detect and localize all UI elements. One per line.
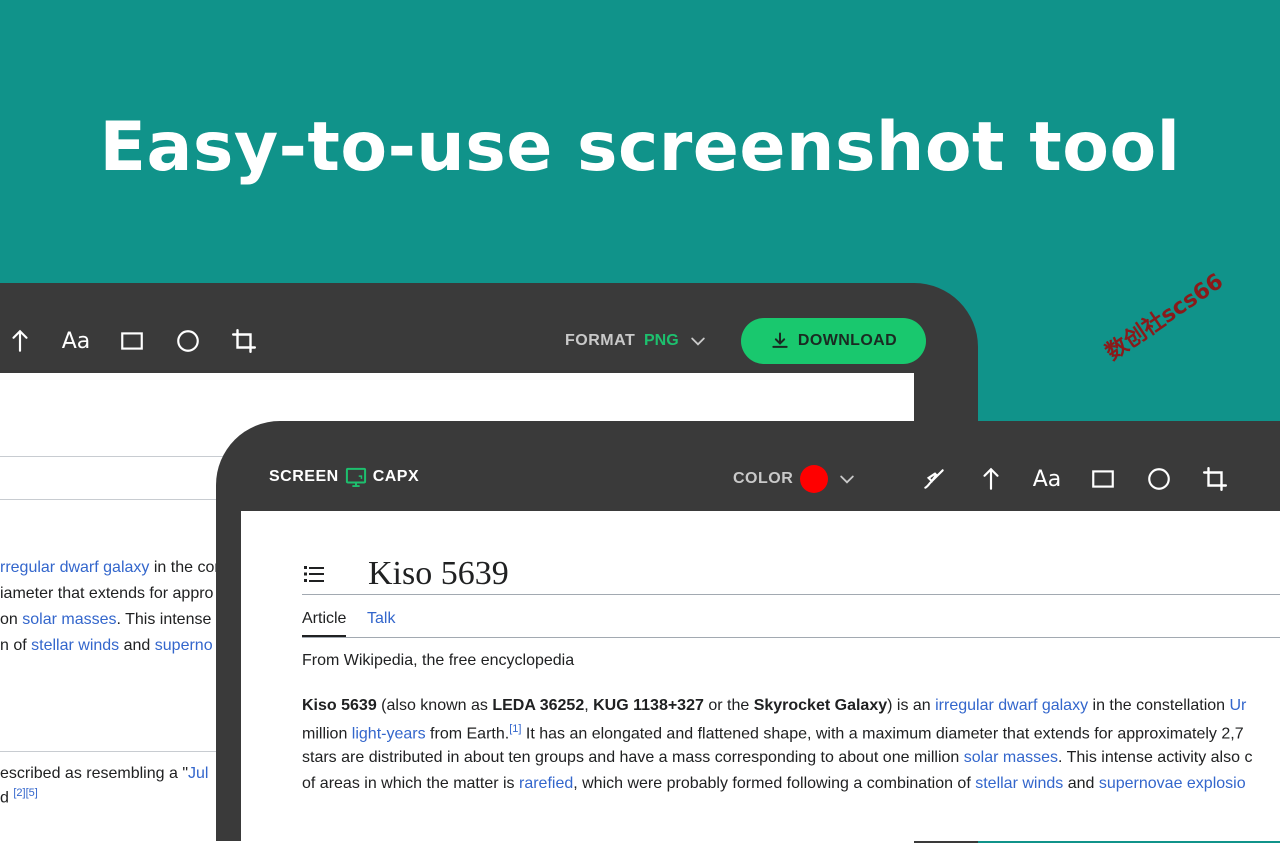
rectangle-tool-icon[interactable] [1088, 464, 1118, 494]
back-text-line: iameter that extends for appro [0, 585, 213, 603]
article-line: million light-years from Earth.[1] It ha… [302, 723, 1244, 743]
crop-tool-icon[interactable] [229, 326, 259, 356]
back-text-line: rregular dwarf galaxy in the cor [0, 559, 220, 577]
link[interactable]: stellar winds [975, 775, 1063, 792]
link[interactable]: Ur [1230, 697, 1247, 714]
color-swatch[interactable] [800, 465, 828, 493]
color-label: COLOR [733, 470, 793, 488]
divider [302, 637, 1280, 638]
text-tool-icon[interactable]: Aa [1032, 464, 1062, 494]
format-label: FORMAT [565, 332, 635, 350]
headline: Easy-to-use screenshot tool [0, 108, 1280, 187]
tab-article[interactable]: Article [302, 610, 346, 637]
tagline: From Wikipedia, the free encyclopedia [302, 652, 574, 670]
link[interactable]: supernovae explosio [1099, 775, 1246, 792]
link[interactable]: irregular dwarf galaxy [935, 697, 1088, 714]
link[interactable]: solar masses [964, 749, 1058, 766]
article-line: of areas in which the matter is rarefied… [302, 775, 1246, 793]
watermark: 数创社scs66 [1098, 264, 1229, 367]
page-title: Kiso 5639 [368, 555, 509, 593]
marker-tool-icon[interactable] [919, 464, 949, 494]
link[interactable]: light-years [352, 725, 426, 742]
download-button[interactable]: DOWNLOAD [741, 318, 926, 364]
screen-logo-icon [345, 467, 367, 487]
back-text-line: d [2][5] [0, 787, 38, 807]
table-of-contents-icon[interactable] [302, 562, 326, 586]
chevron-down-icon[interactable] [836, 469, 858, 489]
logo-text-right: CAPX [373, 468, 419, 486]
wiki-page: Kiso 5639 Article Talk From Wikipedia, t… [241, 511, 1280, 841]
screencapx-logo: SCREEN CAPX [269, 467, 419, 487]
format-value[interactable]: PNG [644, 332, 679, 350]
text-tool-icon[interactable]: Aa [61, 326, 91, 356]
tab-talk[interactable]: Talk [367, 610, 395, 628]
article-line: stars are distributed in about ten group… [302, 749, 1252, 767]
article-line: Kiso 5639 (also known as LEDA 36252, KUG… [302, 697, 1246, 715]
link[interactable]: rarefied [519, 775, 573, 792]
front-editor-window: SCREEN CAPX COLOR Aa Kiso 5639 Article T… [216, 421, 1280, 841]
back-text-line: n of stellar winds and superno [0, 637, 213, 655]
citation-link[interactable]: [1] [509, 723, 521, 735]
crop-tool-icon[interactable] [1200, 464, 1230, 494]
divider [302, 594, 1280, 595]
circle-tool-icon[interactable] [1144, 464, 1174, 494]
back-text-line: escribed as resembling a "Jul [0, 765, 208, 783]
arrow-tool-icon[interactable] [976, 464, 1006, 494]
chevron-down-icon[interactable] [687, 331, 709, 351]
back-text-line: on solar masses. This intense [0, 611, 211, 629]
rectangle-tool-icon[interactable] [117, 326, 147, 356]
download-icon [770, 331, 790, 351]
download-label: DOWNLOAD [798, 332, 897, 350]
circle-tool-icon[interactable] [173, 326, 203, 356]
arrow-tool-icon[interactable] [5, 326, 35, 356]
logo-text-left: SCREEN [269, 468, 339, 486]
